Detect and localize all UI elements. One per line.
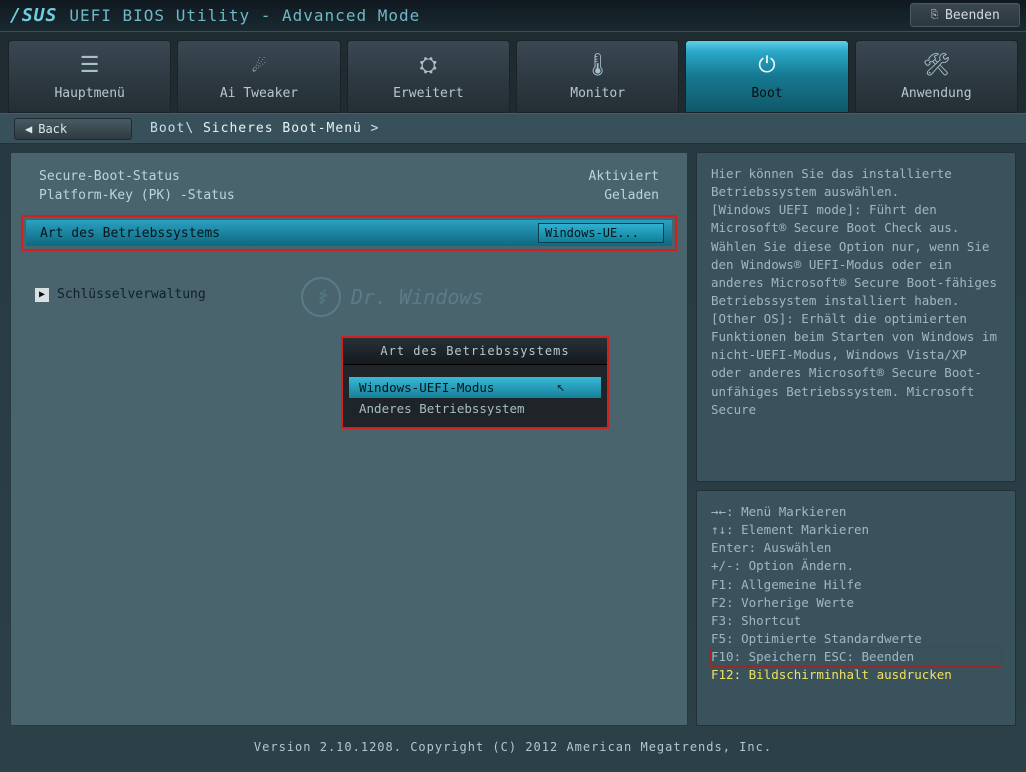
exit-label: Beenden [945, 8, 1000, 23]
breadcrumb-root: Boot [150, 121, 185, 136]
main-tabs: ☰ Hauptmenü ☄ Ai Tweaker ⛭ Erweitert 🌡 Monitor ⏻… [0, 32, 1026, 114]
status-row-0: Secure-Boot-Status Aktiviert [21, 167, 677, 186]
status-label: Platform-Key (PK) -Status [39, 188, 235, 203]
submenu-label: Schlüsselverwaltung [57, 287, 206, 302]
chevron-right-icon: ▶ [35, 288, 49, 302]
key-hint: →←: Menü Markieren [711, 503, 1001, 521]
tab-label: Monitor [570, 86, 625, 101]
os-type-value: Windows-UE... [545, 226, 639, 240]
key-hint: F5: Optimierte Standardwerte [711, 630, 1001, 648]
key-hint: F1: Allgemeine Hilfe [711, 576, 1001, 594]
key-hint: Enter: Auswählen [711, 539, 1001, 557]
tab-label: Anwendung [901, 86, 971, 101]
help-panel: Hier können Sie das installierte Betrieb… [696, 152, 1016, 482]
exit-button[interactable]: ⎘ Beenden [910, 3, 1020, 27]
tab-anwendung[interactable]: 🛠 Anwendung [855, 40, 1018, 113]
os-type-combo[interactable]: Windows-UE... [538, 223, 664, 243]
tab-boot[interactable]: ⏻ Boot [685, 40, 848, 113]
power-icon: ⏻ [758, 53, 775, 78]
watermark-text: Dr. Windows [351, 285, 483, 309]
app-title: UEFI BIOS Utility - Advanced Mode [69, 6, 420, 25]
cursor-icon: ↖ [557, 379, 565, 395]
tab-label: Hauptmenü [54, 86, 124, 101]
back-arrow-icon: ◀ [25, 122, 32, 136]
os-type-row[interactable]: Art des Betriebssystems Windows-UE... [21, 215, 677, 251]
back-button[interactable]: ◀ Back [14, 118, 132, 140]
breadcrumb-row: ◀ Back Boot\ Sicheres Boot-Menü > [0, 114, 1026, 144]
key-hint: ↑↓: Element Markieren [711, 521, 1001, 539]
tool-icon: 🛠 [922, 53, 950, 78]
watermark: ⚕ Dr. Windows [301, 277, 483, 317]
os-type-popup: Art des Betriebssystems Windows-UEFI-Mod… [341, 336, 609, 429]
tab-ai tweaker[interactable]: ☄ Ai Tweaker [177, 40, 340, 113]
tab-label: Ai Tweaker [220, 86, 298, 101]
tab-erweitert[interactable]: ⛭ Erweitert [347, 40, 510, 113]
status-value: Geladen [604, 188, 659, 203]
key-hint: +/-: Option Ändern. [711, 557, 1001, 575]
watermark-icon: ⚕ [301, 277, 341, 317]
status-label: Secure-Boot-Status [39, 169, 180, 184]
tab-label: Erweitert [393, 86, 463, 101]
key-hint: F3: Shortcut [711, 612, 1001, 630]
status-value: Aktiviert [589, 169, 659, 184]
footer-version: Version 2.10.1208. Copyright (C) 2012 Am… [0, 734, 1026, 760]
gear-icon: ⛭ [420, 53, 438, 78]
brand-logo: /SUS [10, 5, 57, 26]
key-hint: F10: Speichern ESC: Beenden [711, 648, 1001, 666]
key-hint: F12: Bildschirminhalt ausdrucken [711, 666, 1001, 684]
breadcrumb: Boot\ Sicheres Boot-Menü > [150, 121, 380, 136]
keys-panel: →←: Menü Markieren↑↓: Element MarkierenE… [696, 490, 1016, 726]
status-row-1: Platform-Key (PK) -Status Geladen [21, 186, 677, 205]
list-icon: ☰ [80, 53, 100, 78]
settings-panel: Secure-Boot-Status Aktiviert Platform-Ke… [10, 152, 688, 726]
exit-icon: ⎘ [931, 8, 938, 22]
thermometer-icon: 🌡 [584, 53, 612, 78]
chip-icon: ☄ [252, 53, 265, 78]
title-bar: /SUS UEFI BIOS Utility - Advanced Mode ⎘… [0, 0, 1026, 32]
popup-option[interactable]: Anderes Betriebssystem [349, 398, 601, 419]
back-label: Back [38, 122, 67, 136]
side-panel: Hier können Sie das installierte Betrieb… [696, 152, 1016, 726]
tab-label: Boot [751, 86, 782, 101]
key-hint: F2: Vorherige Werte [711, 594, 1001, 612]
os-type-label: Art des Betriebssystems [40, 226, 220, 241]
popup-option[interactable]: Windows-UEFI-Modus↖ [349, 377, 601, 398]
tab-monitor[interactable]: 🌡 Monitor [516, 40, 679, 113]
tab-hauptmenü[interactable]: ☰ Hauptmenü [8, 40, 171, 113]
breadcrumb-current: Sicheres Boot-Menü [203, 121, 362, 136]
popup-title: Art des Betriebssystems [343, 338, 607, 365]
